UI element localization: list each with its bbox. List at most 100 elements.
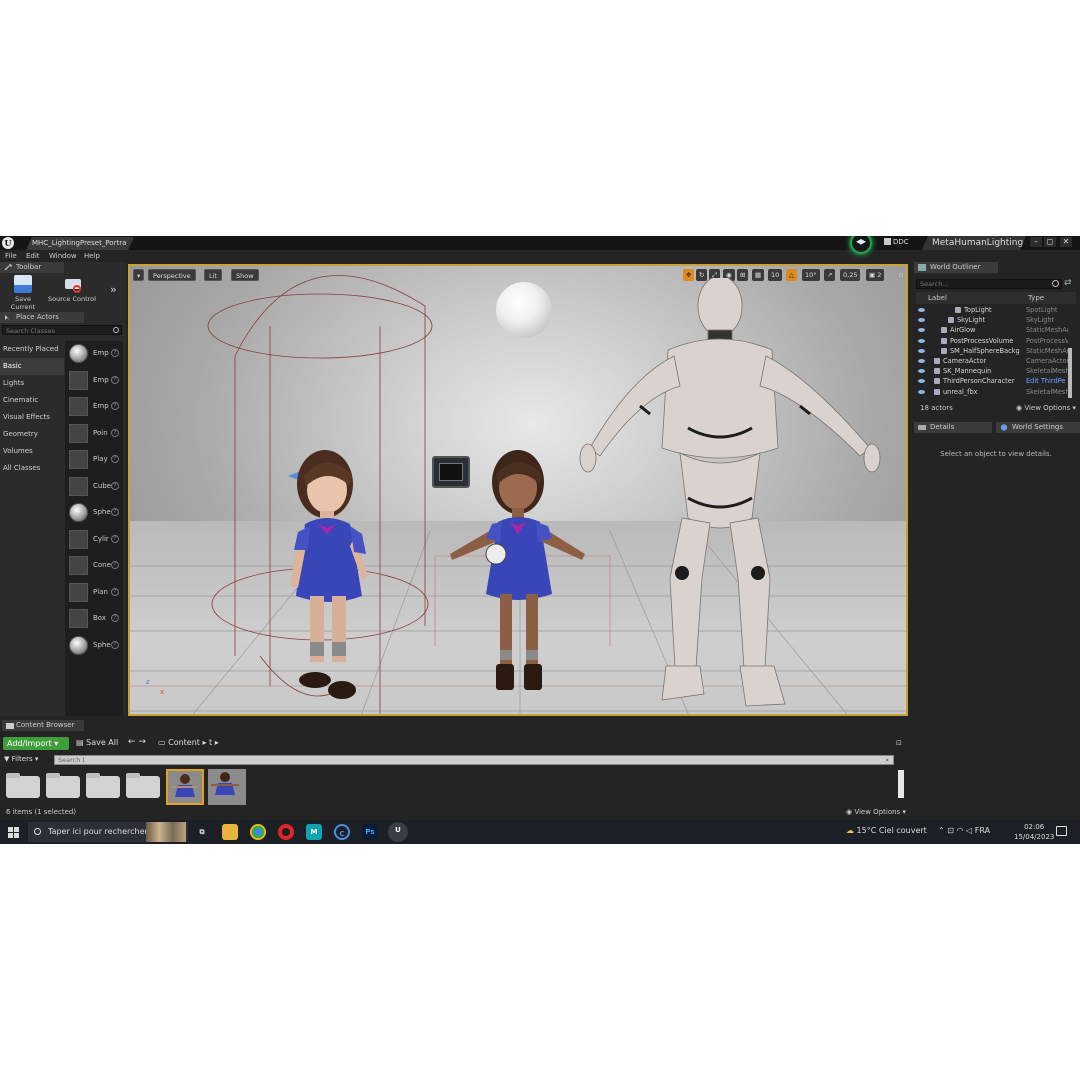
outliner-row[interactable]: ThirdPersonCharacter Edit ThirdPe	[916, 376, 1068, 386]
maximize-button[interactable]: ◻	[1044, 237, 1056, 247]
menu-edit[interactable]: Edit	[26, 252, 40, 260]
content-search-input[interactable]: Search t ⌕	[54, 755, 894, 765]
help-icon[interactable]: ?	[111, 349, 119, 357]
folder-item[interactable]	[6, 773, 40, 798]
world-settings-tab[interactable]: World Settings	[996, 422, 1080, 433]
category-cinematic[interactable]: Cinematic	[0, 392, 64, 409]
visibility-eye-icon[interactable]	[918, 348, 925, 353]
viewport-options-button[interactable]: ▾	[133, 269, 145, 281]
weather-widget[interactable]: ☁ 15°C Ciel couvert	[846, 826, 927, 835]
category-all-classes[interactable]: All Classes	[0, 460, 64, 477]
actor-item[interactable]: Emp?	[65, 394, 123, 421]
help-icon[interactable]: ?	[111, 455, 119, 463]
help-icon[interactable]: ?	[111, 375, 119, 384]
photoshop-icon[interactable]: Ps	[362, 824, 378, 840]
outliner-row[interactable]: SkyLight SkyLight	[916, 315, 1068, 325]
mannequin[interactable]	[570, 278, 890, 708]
level-viewport[interactable]: ▾ Perspective Lit Show ✥ ↻ ⤢ ◉ ⊞ ▦ 10 △ …	[128, 264, 908, 716]
actor-item[interactable]: Sphe?	[65, 500, 123, 527]
outliner-row[interactable]: SK_Mannequin SkeletalMesh	[916, 366, 1068, 376]
folder-item[interactable]	[46, 773, 80, 798]
category-basic[interactable]: Basic	[0, 358, 64, 375]
visibility-eye-icon[interactable]	[918, 338, 925, 343]
outliner-search-input[interactable]: Search...	[916, 279, 1062, 289]
help-icon[interactable]: ?	[111, 587, 119, 596]
actor-item[interactable]: Cube?	[65, 474, 123, 501]
back-arrow-icon[interactable]: ←	[128, 737, 136, 747]
help-icon[interactable]: ?	[111, 402, 119, 410]
metahuman-girl-left[interactable]	[280, 446, 400, 716]
visibility-eye-icon[interactable]	[918, 389, 925, 394]
help-icon[interactable]: ?	[111, 481, 119, 490]
toolbar-tab[interactable]: Toolbar	[0, 262, 64, 273]
ddc-indicator[interactable]: DDC	[884, 238, 909, 246]
actor-item[interactable]: Emp?	[65, 341, 123, 368]
network-icon[interactable]: ⊡	[947, 826, 956, 835]
menu-help[interactable]: Help	[84, 252, 100, 260]
metahuman-girl-center[interactable]	[440, 444, 590, 694]
actor-item[interactable]: Play?	[65, 447, 123, 474]
help-icon[interactable]: ?	[111, 614, 119, 622]
actor-item[interactable]: Cylir?	[65, 527, 123, 554]
close-button[interactable]: ✕	[1060, 237, 1072, 247]
outliner-row[interactable]: TopLight SpotLight	[916, 305, 1068, 315]
actor-item[interactable]: Emp?	[65, 368, 123, 395]
visibility-eye-icon[interactable]	[918, 328, 925, 333]
source-control-button[interactable]: Source Control	[46, 275, 98, 303]
file-explorer-icon[interactable]	[222, 824, 238, 840]
menu-window[interactable]: Window	[49, 252, 77, 260]
category-recently-placed[interactable]: Recently Placed	[0, 341, 64, 358]
minimize-button[interactable]: –	[1030, 237, 1042, 247]
maya-icon[interactable]: M	[306, 824, 322, 840]
breadcrumb-t[interactable]: t	[209, 738, 212, 747]
clock[interactable]: 02:06 15/04/2023	[1014, 822, 1054, 842]
visibility-eye-icon[interactable]	[918, 308, 925, 312]
task-view-icon[interactable]: ⧉	[194, 824, 210, 840]
notification-icon[interactable]	[1056, 826, 1067, 836]
help-icon[interactable]: ?	[111, 561, 119, 569]
show-button[interactable]: Show	[231, 269, 259, 281]
world-outliner-tab[interactable]: World Outliner	[914, 262, 998, 273]
help-icon[interactable]: ?	[111, 428, 119, 437]
filters-button[interactable]: ▼ Filters ▾	[4, 755, 38, 763]
chevron-up-icon[interactable]: ⌃	[938, 826, 947, 835]
content-view-options-button[interactable]: ◉ View Options ▾	[846, 808, 906, 816]
help-icon[interactable]: ?	[111, 534, 119, 543]
category-lights[interactable]: Lights	[0, 375, 64, 392]
content-browser-tab[interactable]: Content Browser	[2, 720, 84, 731]
taskbar-search-box[interactable]: Taper ici pour rechercher	[28, 822, 188, 842]
forward-arrow-icon[interactable]: →	[138, 737, 146, 747]
toolbar-more-button[interactable]: »	[110, 283, 117, 296]
actor-item[interactable]: Sphe?	[65, 633, 123, 660]
language-indicator[interactable]: FRA	[975, 826, 990, 835]
outliner-view-options-button[interactable]: ◉ View Options ▾	[1016, 404, 1076, 412]
maximize-viewport-icon[interactable]: ▫	[896, 269, 906, 281]
chrome-icon[interactable]	[250, 824, 266, 840]
outliner-row[interactable]: PostProcessVolume PostProcessV	[916, 336, 1068, 346]
wifi-icon[interactable]: ◠	[957, 826, 967, 835]
help-icon[interactable]: ?	[111, 640, 119, 649]
outliner-row[interactable]: AirGlow StaticMeshAc	[916, 325, 1068, 335]
actor-item[interactable]: Plan?	[65, 580, 123, 607]
save-current-button[interactable]: Save Current	[2, 275, 44, 311]
category-volumes[interactable]: Volumes	[0, 443, 64, 460]
folder-item[interactable]	[86, 773, 120, 798]
outliner-row[interactable]: CameraActor CameraActor	[916, 356, 1068, 366]
col-type[interactable]: Type	[1028, 292, 1044, 304]
edit-blueprint-link[interactable]: Edit ThirdPe	[1026, 376, 1068, 386]
chevron-right-icon[interactable]: ▸	[215, 738, 219, 747]
light-sphere[interactable]	[496, 282, 552, 338]
content-scrollbar[interactable]	[898, 770, 904, 798]
asset-thumbnail-selected[interactable]	[166, 769, 204, 805]
windows-start-icon[interactable]	[8, 827, 19, 838]
actor-item[interactable]: Box?	[65, 606, 123, 633]
outliner-scrollbar[interactable]	[1068, 348, 1072, 398]
details-tab[interactable]: Details	[914, 422, 992, 433]
help-icon[interactable]: ?	[111, 508, 119, 516]
visibility-eye-icon[interactable]	[918, 358, 925, 363]
visibility-eye-icon[interactable]	[918, 318, 925, 323]
level-tab[interactable]: MHC_LightingPreset_Portra	[26, 237, 134, 250]
col-label[interactable]: Label	[928, 292, 947, 304]
filter-icon[interactable]: ⇄	[1064, 279, 1074, 289]
volume-icon[interactable]: ◁	[966, 826, 975, 835]
